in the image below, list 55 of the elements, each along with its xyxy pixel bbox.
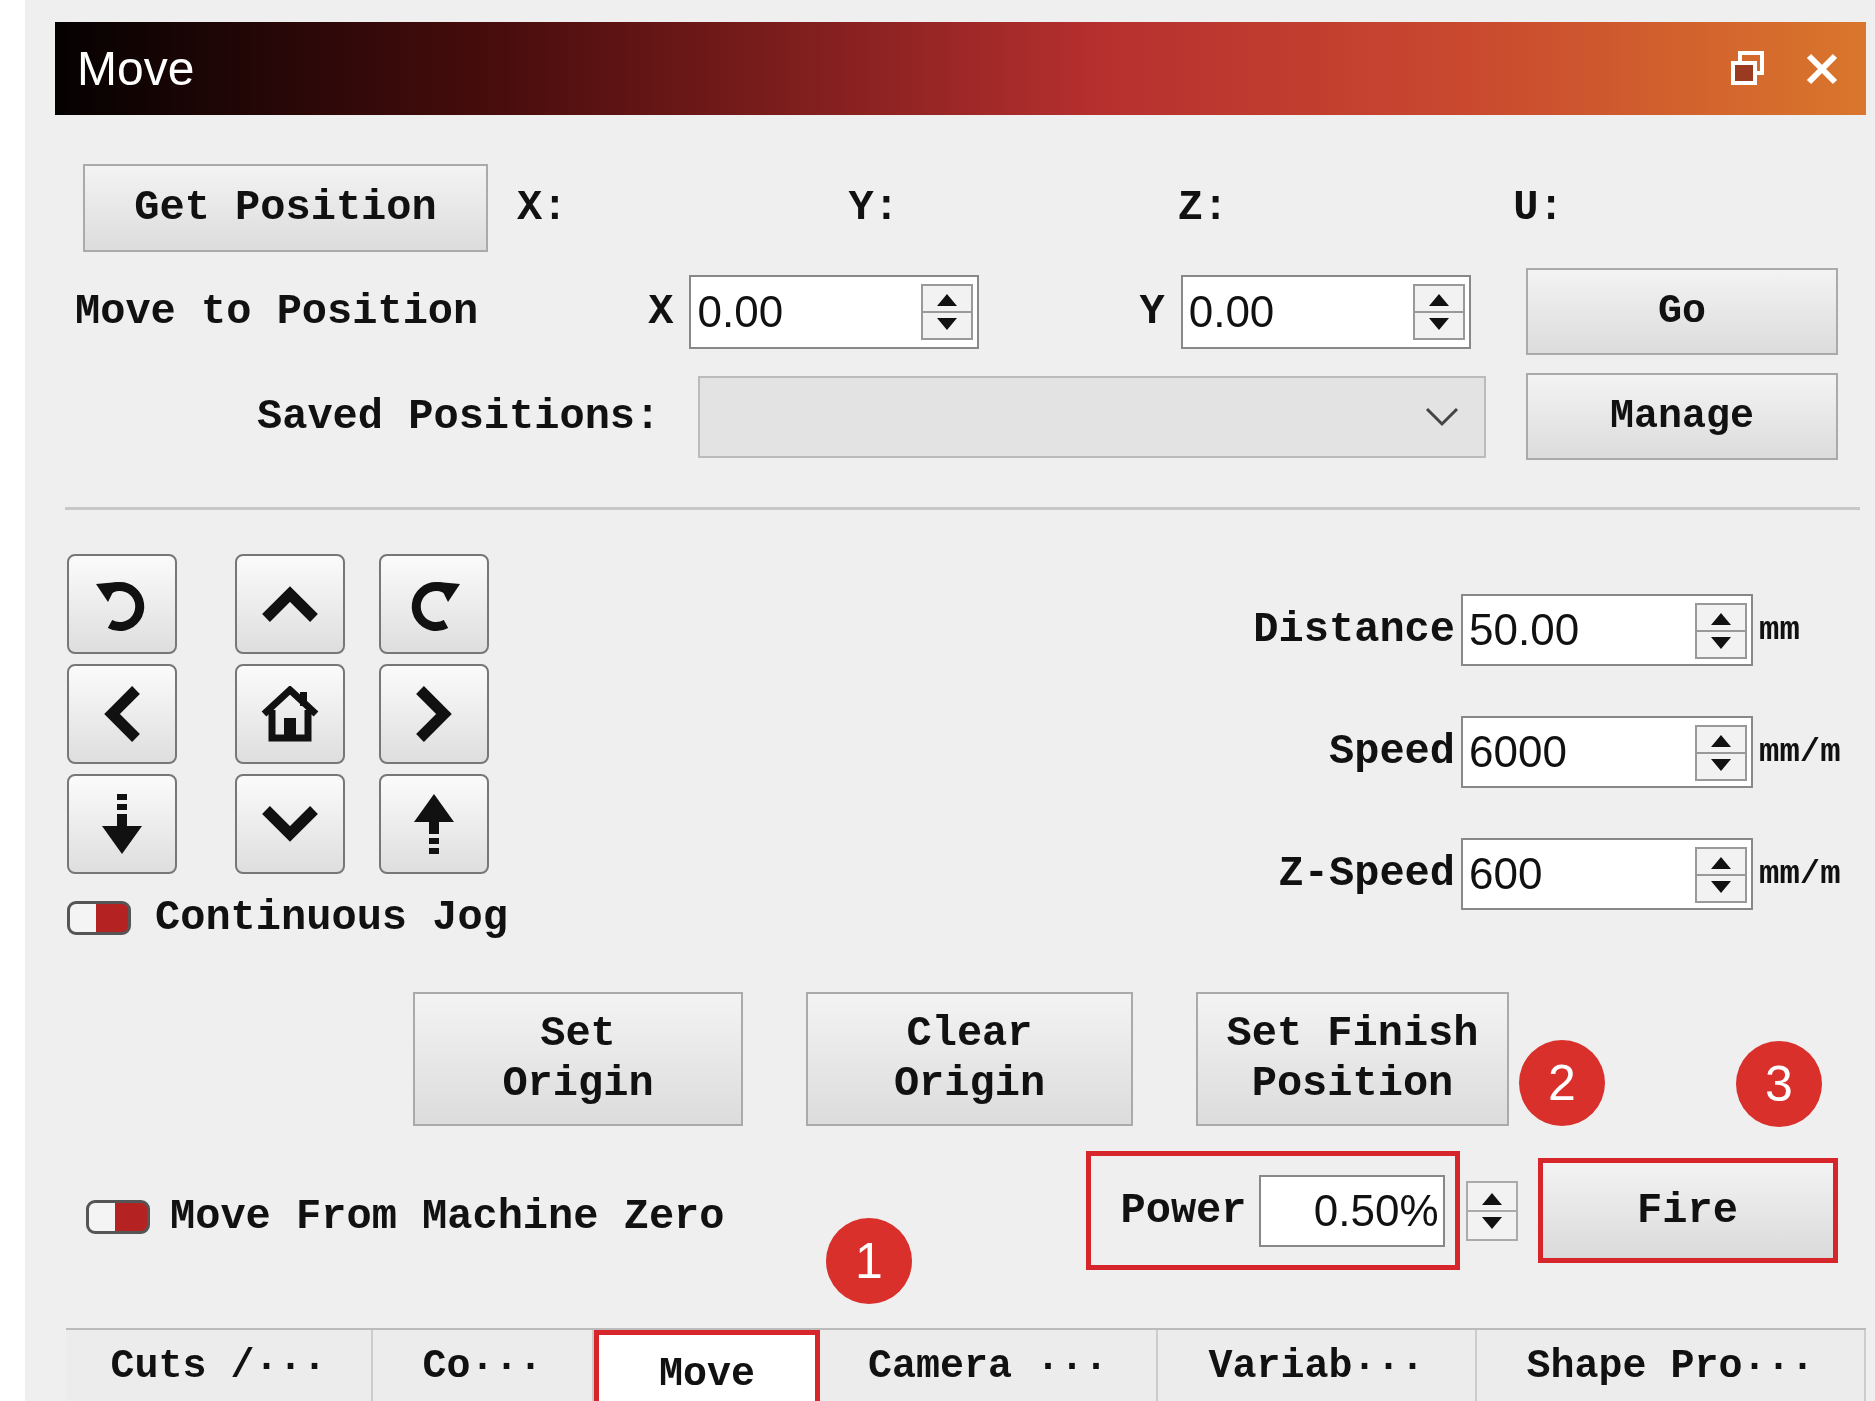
spinner-buttons[interactable]: [1695, 725, 1747, 781]
number-badge: 2: [1519, 1040, 1605, 1126]
power-field[interactable]: 0.50%: [1258, 1174, 1445, 1247]
toggle-switch[interactable]: [86, 1199, 150, 1234]
parameter-label: Z-Speed: [1277, 850, 1455, 898]
chevron-right-icon: [414, 684, 454, 744]
chevron-left-icon: [102, 684, 142, 744]
axis-label: Z:: [1177, 184, 1229, 232]
toggle-switch[interactable]: [67, 901, 131, 935]
axis-label: X:: [517, 184, 568, 232]
saved-positions-label: Saved Positions:: [257, 392, 661, 441]
jog-z-up-button[interactable]: [379, 774, 489, 874]
spinner-buttons[interactable]: [1412, 283, 1465, 340]
spinner-buttons[interactable]: [921, 283, 974, 340]
jog-rotate-left-button[interactable]: [67, 554, 177, 654]
jog-up-button[interactable]: [235, 554, 345, 654]
continuous-jog-label: Continuous Jog: [155, 894, 508, 942]
unit-label: mm/m: [1759, 733, 1842, 771]
chevron-down-icon: [260, 804, 320, 844]
jog-rotate-right-button[interactable]: [379, 554, 489, 654]
move-from-machine-zero-label: Move From Machine Zero: [170, 1192, 725, 1241]
tab[interactable]: Move: [594, 1330, 820, 1401]
jog-home-button[interactable]: [235, 664, 345, 764]
unit-label: mm: [1759, 611, 1801, 649]
home-icon: [260, 686, 320, 742]
move-to-position-label: Move to Position: [75, 287, 479, 336]
number-badge: 3: [1736, 1041, 1822, 1127]
spinner-buttons[interactable]: [1695, 603, 1747, 659]
go-button[interactable]: Go: [1526, 268, 1838, 355]
axis-label: U:: [1513, 184, 1564, 232]
parameter-label: Speed: [1327, 728, 1455, 776]
unit-label: mm/m: [1759, 855, 1842, 893]
jog-z-down-button[interactable]: [67, 774, 177, 874]
number-badge: 1: [826, 1218, 912, 1304]
axis-label: Y: [1139, 287, 1165, 336]
jog-right-button[interactable]: [379, 664, 489, 764]
axis-label: Y:: [848, 184, 899, 232]
action-button[interactable]: Set Origin: [413, 992, 743, 1126]
power-label: Power: [1120, 1186, 1247, 1235]
chevron-down-icon: [1424, 405, 1461, 428]
jog-left-button[interactable]: [67, 664, 177, 764]
action-button[interactable]: Clear Origin: [806, 992, 1133, 1126]
get-position-button[interactable]: Get Position: [83, 164, 488, 252]
spinner-buttons[interactable]: [1465, 1180, 1518, 1241]
parameter-label: Distance: [1253, 606, 1455, 654]
spinner-buttons[interactable]: [1695, 847, 1747, 903]
arrow-up-icon: [412, 792, 456, 856]
chevron-up-icon: [260, 584, 320, 624]
axis-label: X: [648, 287, 674, 336]
fire-button[interactable]: Fire: [1537, 1158, 1838, 1263]
action-button[interactable]: Set Finish Position: [1196, 992, 1509, 1126]
arrow-down-icon: [100, 792, 144, 856]
manage-button[interactable]: Manage: [1526, 373, 1838, 460]
window-title: Move: [77, 41, 195, 96]
jog-down-button[interactable]: [235, 774, 345, 874]
